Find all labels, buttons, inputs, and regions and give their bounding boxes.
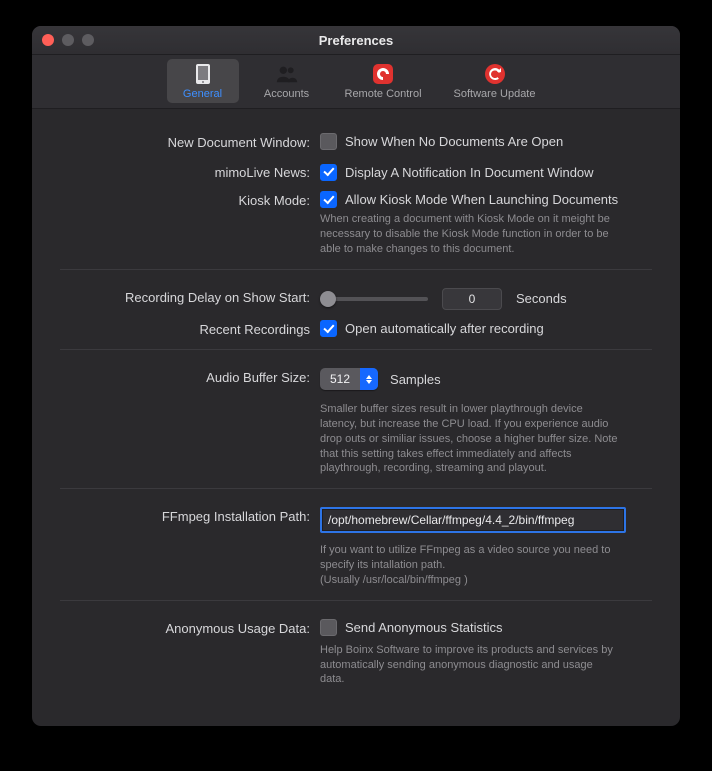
tab-remote-control[interactable]: Remote Control: [335, 59, 432, 103]
separator: [60, 488, 652, 489]
remote-control-icon: [371, 62, 395, 86]
recording-delay-label: Recording Delay on Show Start:: [60, 288, 320, 305]
recording-delay-unit: Seconds: [516, 291, 567, 306]
window-title: Preferences: [319, 33, 393, 48]
tab-accounts[interactable]: Accounts: [251, 59, 323, 103]
general-icon: [191, 62, 215, 86]
software-update-icon: [483, 62, 507, 86]
audio-buffer-size-label: Audio Buffer Size:: [60, 368, 320, 385]
zoom-button[interactable]: [82, 34, 94, 46]
allow-kiosk-mode-checkbox[interactable]: Allow Kiosk Mode When Launching Document…: [320, 191, 618, 208]
checkbox-icon: [320, 320, 337, 337]
recent-recordings-label: Recent Recordings: [60, 320, 320, 337]
kiosk-mode-label: Kiosk Mode:: [60, 191, 320, 208]
checkbox-icon: [320, 164, 337, 181]
select-value: 512: [320, 372, 360, 386]
ffmpeg-help: If you want to utilize FFmpeg as a video…: [320, 543, 620, 588]
checkbox-icon: [320, 133, 337, 150]
window-controls: [42, 34, 94, 46]
ffmpeg-path-input[interactable]: /opt/homebrew/Cellar/ffmpeg/4.4_2/bin/ff…: [320, 507, 626, 533]
checkbox-label: Display A Notification In Document Windo…: [345, 165, 594, 180]
tab-remote-label: Remote Control: [345, 88, 422, 100]
kiosk-mode-help: When creating a document with Kiosk Mode…: [320, 212, 620, 257]
tab-accounts-label: Accounts: [264, 88, 309, 100]
accounts-icon: [275, 62, 299, 86]
checkbox-icon: [320, 619, 337, 636]
preferences-body: New Document Window: Show When No Docume…: [32, 109, 680, 726]
mimolive-news-label: mimoLive News:: [60, 163, 320, 180]
anonymous-usage-help: Help Boinx Software to improve its produ…: [320, 643, 620, 688]
separator: [60, 349, 652, 350]
new-document-window-label: New Document Window:: [60, 133, 320, 150]
checkbox-label: Send Anonymous Statistics: [345, 620, 503, 635]
slider-knob[interactable]: [320, 291, 336, 307]
send-anonymous-stats-checkbox[interactable]: Send Anonymous Statistics: [320, 619, 503, 636]
toolbar: General Accounts Remote Control Software…: [32, 55, 680, 109]
tab-general-label: General: [183, 88, 222, 100]
stepper-arrows-icon: [360, 368, 378, 390]
titlebar: Preferences: [32, 26, 680, 55]
recording-delay-slider[interactable]: [320, 297, 428, 301]
anonymous-usage-label: Anonymous Usage Data:: [60, 619, 320, 636]
open-automatically-checkbox[interactable]: Open automatically after recording: [320, 320, 544, 337]
separator: [60, 269, 652, 270]
close-button[interactable]: [42, 34, 54, 46]
tab-general[interactable]: General: [167, 59, 239, 103]
ffmpeg-path-label: FFmpeg Installation Path:: [60, 507, 320, 524]
tab-update-label: Software Update: [454, 88, 536, 100]
display-notification-checkbox[interactable]: Display A Notification In Document Windo…: [320, 164, 594, 181]
preferences-window: Preferences General Accounts Remote Cont…: [31, 25, 681, 727]
checkbox-label: Open automatically after recording: [345, 321, 544, 336]
separator: [60, 600, 652, 601]
audio-buffer-unit: Samples: [390, 372, 441, 387]
minimize-button[interactable]: [62, 34, 74, 46]
checkbox-label: Show When No Documents Are Open: [345, 134, 563, 149]
audio-buffer-help: Smaller buffer sizes result in lower pla…: [320, 402, 620, 476]
show-when-no-documents-checkbox[interactable]: Show When No Documents Are Open: [320, 133, 563, 150]
audio-buffer-size-select[interactable]: 512: [320, 368, 378, 390]
checkbox-label: Allow Kiosk Mode When Launching Document…: [345, 192, 618, 207]
checkbox-icon: [320, 191, 337, 208]
recording-delay-value[interactable]: 0: [442, 288, 502, 310]
tab-software-update[interactable]: Software Update: [444, 59, 546, 103]
